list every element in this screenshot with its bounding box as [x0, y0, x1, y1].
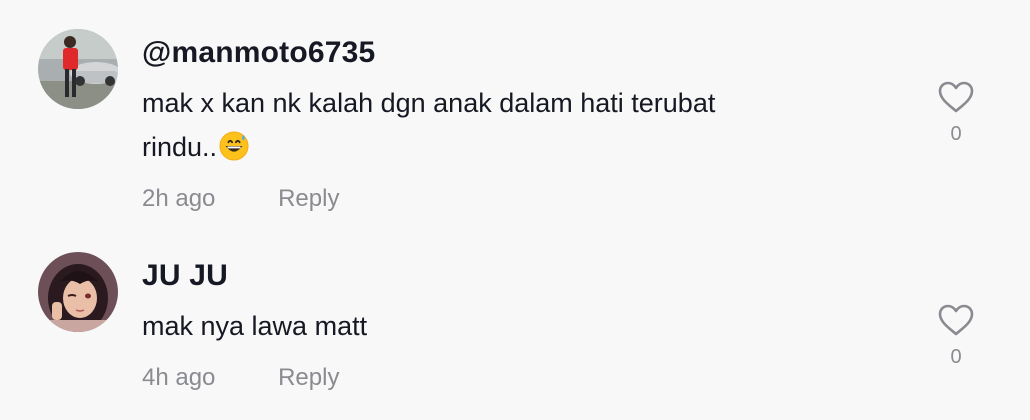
like-control: 0: [930, 303, 982, 369]
comment-text: mak nya lawa matt: [142, 304, 842, 348]
comment-item: @manmoto6735 mak x kan nk kalah dgn anak…: [0, 0, 1030, 230]
comment-text-line: mak x kan nk kalah dgn anak dalam hati t…: [142, 88, 716, 118]
comment-username[interactable]: @manmoto6735: [142, 35, 375, 71]
avatar[interactable]: [38, 29, 118, 109]
like-control: 0: [930, 80, 982, 146]
comment-item: JU JU mak nya lawa matt 4h ago Reply 0: [0, 230, 1030, 420]
comment-text-line: mak nya lawa matt: [142, 311, 368, 341]
comment-username[interactable]: JU JU: [142, 258, 228, 294]
comment-meta: 4h ago Reply: [142, 363, 339, 393]
comment-meta: 2h ago Reply: [142, 184, 339, 214]
reply-button[interactable]: Reply: [278, 184, 339, 214]
comment-text-segment: rindu..: [142, 132, 218, 162]
avatar-photo: [38, 29, 118, 109]
comment-text: mak x kan nk kalah dgn anak dalam hati t…: [142, 81, 842, 169]
comment-text-line: rindu..: [142, 125, 842, 169]
like-count: 0: [950, 123, 962, 145]
like-count: 0: [950, 346, 962, 368]
reply-button[interactable]: Reply: [278, 363, 339, 393]
heart-icon[interactable]: [937, 303, 975, 337]
avatar-photo: [38, 252, 118, 332]
comment-timestamp: 2h ago: [142, 185, 216, 212]
grinning-face-with-sweat-emoji-icon: [219, 131, 249, 161]
heart-icon[interactable]: [937, 80, 975, 114]
avatar[interactable]: [38, 252, 118, 332]
comment-timestamp: 4h ago: [142, 364, 216, 391]
